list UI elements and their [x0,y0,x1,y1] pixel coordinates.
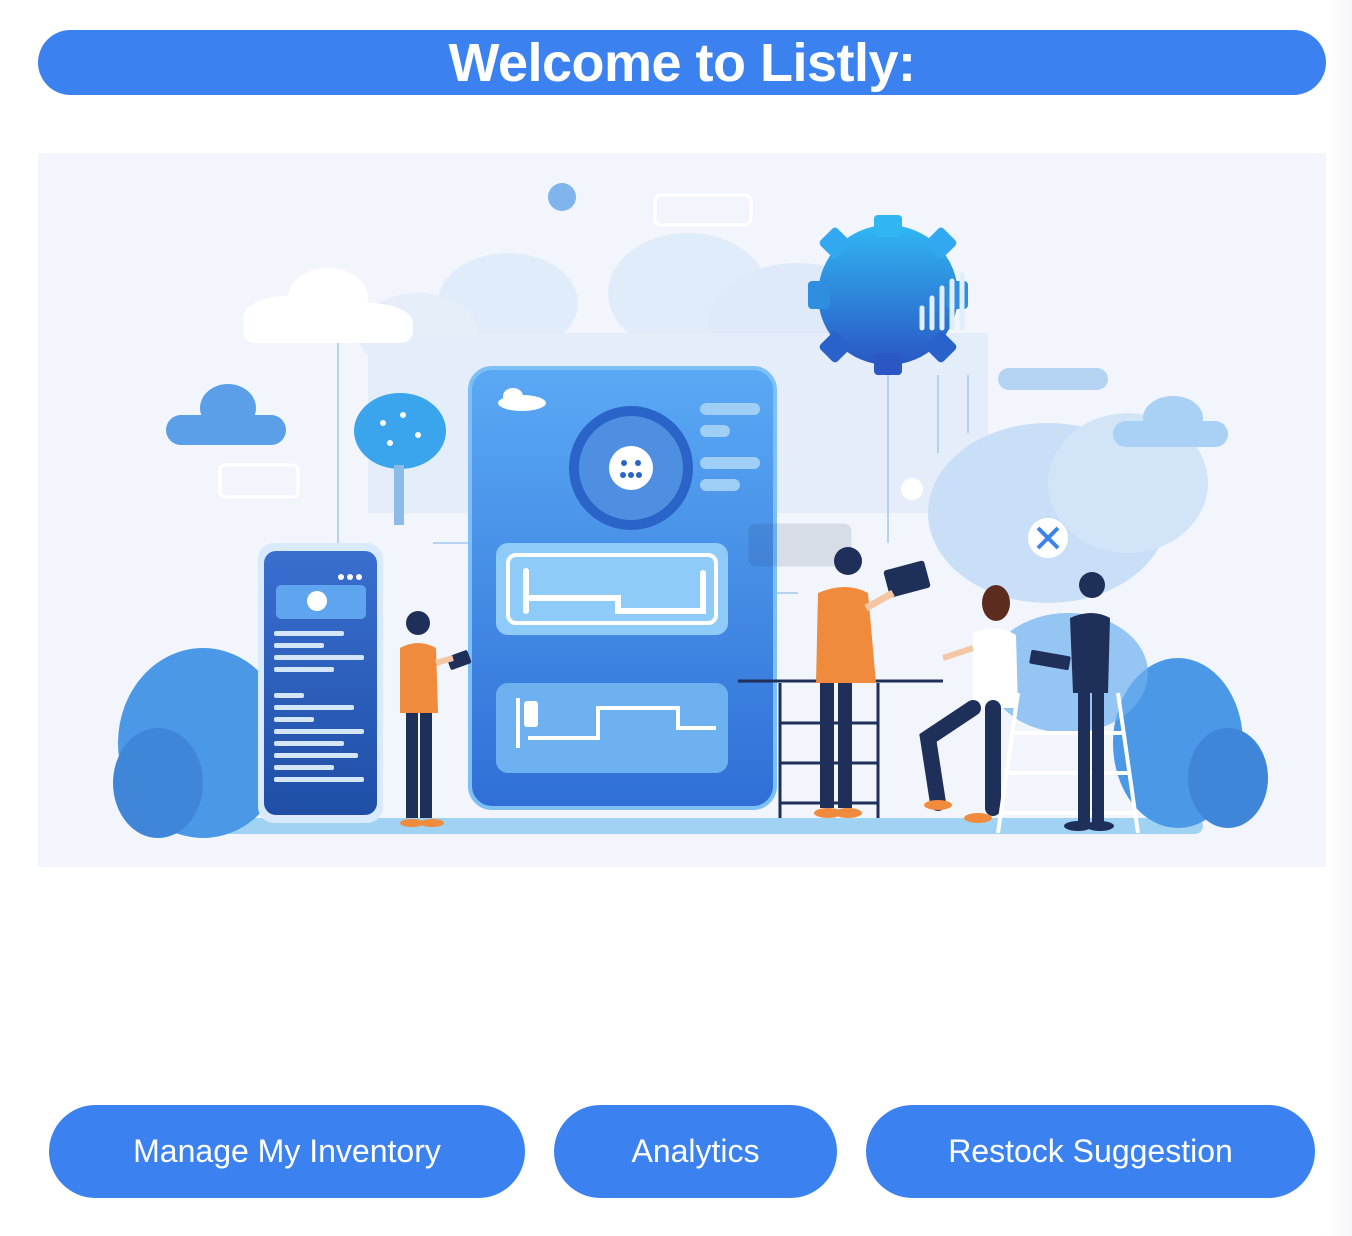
hero-illustration [38,153,1326,867]
scrollbar-track [1326,0,1352,1236]
phone-device [258,543,383,823]
page-title: Welcome to Listly: [448,32,916,93]
restock-suggestion-button[interactable]: Restock Suggestion [866,1105,1315,1198]
manage-inventory-button[interactable]: Manage My Inventory [49,1105,525,1198]
tablet-dashboard [468,366,777,810]
gear-icon [808,215,968,375]
satellite-icon [1028,518,1068,558]
hero-illustration-svg [38,153,1326,867]
welcome-banner: Welcome to Listly: [38,30,1326,95]
analytics-button[interactable]: Analytics [554,1105,837,1198]
dot-icon [901,478,923,500]
cloud-icon [998,368,1108,390]
